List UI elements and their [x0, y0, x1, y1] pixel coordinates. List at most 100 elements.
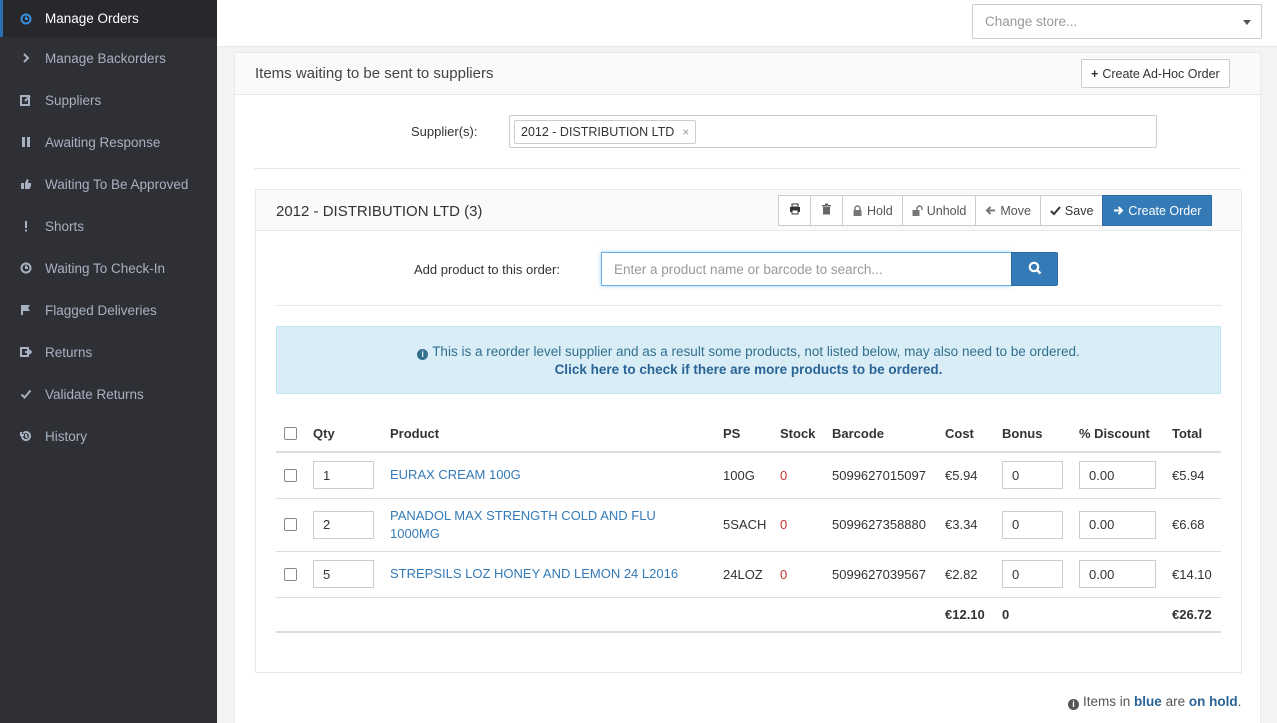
sidebar-item-label: Manage Orders	[45, 11, 139, 26]
sidebar-item-label: Flagged Deliveries	[45, 302, 157, 318]
bonus-input[interactable]: 0	[1002, 560, 1063, 588]
trash-icon	[821, 203, 832, 218]
divider	[275, 305, 1222, 306]
sidebar: Manage Orders Manage Backorders Supplier…	[0, 0, 217, 723]
qty-input[interactable]: 2	[313, 510, 374, 539]
qty-input[interactable]: 5	[313, 560, 374, 588]
total-cost: €12.10	[945, 597, 1002, 633]
product-link[interactable]: STREPSILS LOZ HONEY AND LEMON 24 L2016	[390, 565, 690, 583]
info-icon: i	[417, 348, 429, 360]
unhold-button[interactable]: Unhold	[901, 195, 976, 226]
sidebar-item-suppliers[interactable]: Suppliers	[0, 79, 217, 121]
qty-input[interactable]: 1	[313, 461, 374, 490]
unhold-label: Unhold	[926, 203, 967, 218]
hold-legend-note: i Items in blue are on hold.	[1068, 694, 1241, 710]
remove-tag-icon[interactable]: ×	[682, 125, 689, 139]
footnote-hold: on hold	[1188, 694, 1238, 709]
supplier-multiselect[interactable]: 2012 - DISTRIBUTION LTD ×	[509, 115, 1157, 148]
sidebar-item-waiting-to-be-approved[interactable]: Waiting To Be Approved	[0, 163, 217, 205]
print-button[interactable]	[778, 195, 810, 226]
product-link[interactable]: PANADOL MAX STRENGTH COLD AND FLU 1000MG	[390, 507, 690, 543]
sidebar-item-label: Waiting To Check-In	[45, 260, 166, 276]
discount-input[interactable]: 0.00	[1079, 510, 1156, 539]
bonus-input[interactable]: 0	[1002, 461, 1063, 490]
cost: €3.34	[945, 498, 1002, 552]
return-icon	[19, 345, 33, 359]
sidebar-item-manage-orders[interactable]: Manage Orders	[0, 0, 217, 37]
info-message: i This is a reorder level supplier and as…	[277, 343, 1220, 361]
column-header-product: Product	[390, 416, 723, 453]
sidebar-item-returns[interactable]: Returns	[0, 331, 217, 373]
hold-button[interactable]: Hold	[842, 195, 902, 226]
info-icon: i	[1068, 698, 1079, 710]
sidebar-item-label: History	[45, 428, 88, 444]
plus-icon: +	[1091, 66, 1099, 81]
lock-icon	[852, 205, 863, 216]
sidebar-item-awaiting-response[interactable]: Awaiting Response	[0, 121, 217, 163]
page-title: Items waiting to be sent to suppliers	[255, 65, 494, 82]
row-checkbox[interactable]	[284, 518, 297, 531]
footnote-pre: Items in	[1083, 694, 1131, 709]
sidebar-item-label: Returns	[45, 344, 93, 360]
discount-input[interactable]: 0.00	[1079, 560, 1156, 588]
product-search-input[interactable]: Enter a product name or barcode to searc…	[601, 252, 1012, 286]
history-icon	[19, 429, 33, 443]
sidebar-item-manage-backorders[interactable]: Manage Backorders	[0, 37, 217, 79]
stock-value: 0	[780, 551, 832, 598]
create-order-button[interactable]: Create Order	[1102, 195, 1213, 226]
pack-size: 5SACH	[723, 498, 780, 552]
line-total: €14.10	[1172, 551, 1221, 598]
main-panel: Items waiting to be sent to suppliers + …	[234, 52, 1261, 723]
add-product-label: Add product to this order:	[414, 262, 560, 277]
row-checkbox[interactable]	[284, 567, 297, 581]
order-items-table: Qty Product PS Stock Barcode Cost Bonus …	[276, 416, 1221, 633]
info-text: This is a reorder level supplier and as …	[432, 344, 1080, 359]
footnote-blue: blue	[1134, 694, 1162, 709]
select-all-checkbox[interactable]	[284, 427, 297, 440]
table-row: 2 PANADOL MAX STRENGTH COLD AND FLU 1000…	[276, 498, 1221, 552]
chevron-right-icon	[19, 51, 33, 65]
sidebar-item-waiting-to-check-in[interactable]: Waiting To Check-In	[0, 247, 217, 289]
sidebar-item-history[interactable]: History	[0, 415, 217, 457]
search-button[interactable]	[1011, 252, 1058, 286]
supplier-label: Supplier(s):	[411, 124, 478, 139]
arrow-left-icon	[985, 205, 996, 216]
pack-size: 24LOZ	[723, 551, 780, 598]
bonus-input[interactable]: 0	[1002, 510, 1063, 539]
change-store-select[interactable]: Change store...	[972, 4, 1262, 39]
sidebar-item-flagged-deliveries[interactable]: Flagged Deliveries	[0, 289, 217, 331]
sidebar-item-label: Validate Returns	[45, 386, 144, 402]
discount-input[interactable]: 0.00	[1079, 461, 1156, 490]
unlock-icon	[912, 205, 923, 216]
order-panel: 2012 - DISTRIBUTION LTD (3) Hold Unhold	[255, 189, 1242, 673]
print-icon	[789, 203, 801, 218]
barcode: 5099627358880	[832, 498, 945, 552]
sidebar-item-validate-returns[interactable]: Validate Returns	[0, 373, 217, 415]
thumbs-up-icon	[19, 177, 33, 191]
sidebar-item-shorts[interactable]: Shorts	[0, 205, 217, 247]
search-placeholder: Enter a product name or barcode to searc…	[614, 261, 883, 277]
pack-size: 100G	[723, 452, 780, 499]
column-header-ps: PS	[723, 416, 780, 453]
order-toolbar: Hold Unhold Move Save Create Order	[778, 195, 1213, 226]
stock-value: 0	[780, 452, 832, 499]
save-label: Save	[1064, 203, 1094, 218]
row-checkbox[interactable]	[284, 468, 297, 482]
move-button[interactable]: Move	[975, 195, 1040, 226]
product-link[interactable]: EURAX CREAM 100G	[390, 466, 690, 484]
create-adhoc-order-button[interactable]: + Create Ad-Hoc Order	[1081, 59, 1230, 88]
panel-header: Items waiting to be sent to suppliers + …	[235, 53, 1260, 95]
table-row: 1 EURAX CREAM 100G 100G 0 5099627015097 …	[276, 452, 1221, 499]
order-title: 2012 - DISTRIBUTION LTD (3)	[276, 203, 483, 220]
search-icon	[1028, 261, 1042, 278]
order-header: 2012 - DISTRIBUTION LTD (3) Hold Unhold	[256, 190, 1241, 231]
check-more-products-link[interactable]: Click here to check if there are more pr…	[277, 361, 1220, 379]
edit-icon	[19, 93, 33, 107]
save-button[interactable]: Save	[1039, 195, 1103, 226]
delete-button[interactable]	[810, 195, 842, 226]
column-header-stock: Stock	[780, 416, 832, 453]
column-header-total: Total	[1172, 416, 1221, 453]
totals-row: €12.10 0 €26.72	[276, 597, 1221, 633]
change-store-placeholder: Change store...	[985, 14, 1078, 29]
arrow-right-icon	[1113, 205, 1124, 216]
